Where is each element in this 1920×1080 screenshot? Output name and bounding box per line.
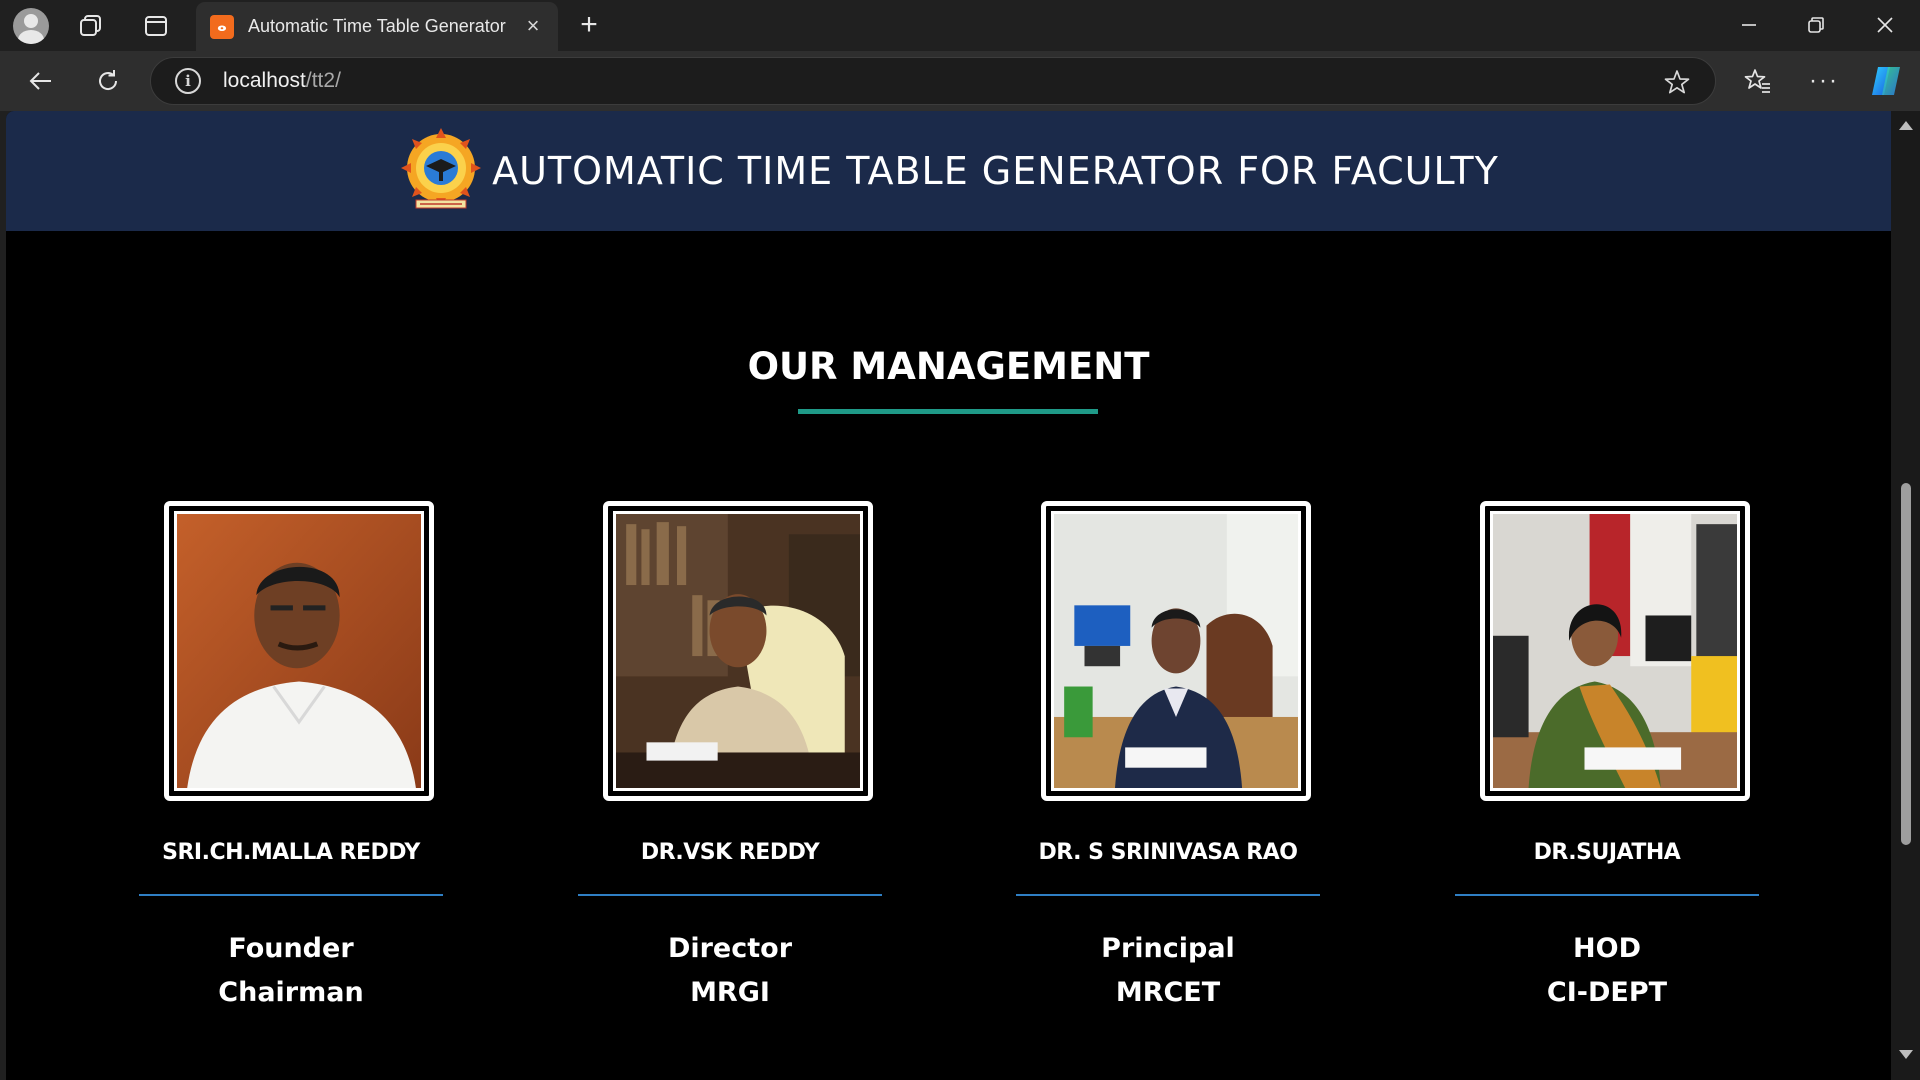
photo-frame [603, 501, 873, 801]
scroll-thumb[interactable] [1901, 483, 1911, 845]
member-role: Founder [228, 933, 354, 964]
tab-title: Automatic Time Table Generator [248, 16, 506, 36]
workspaces-icon[interactable] [76, 11, 106, 41]
photo-frame [164, 501, 434, 801]
member-role: Principal [1101, 933, 1235, 964]
window-close-icon[interactable] [1870, 10, 1900, 40]
tab-actions-icon[interactable] [141, 11, 171, 41]
member-role-detail: MRCET [1115, 977, 1221, 1008]
site-title: AUTOMATIC TIME TABLE GENERATOR FOR FACUL… [492, 149, 1499, 193]
page-viewport: AUTOMATIC TIME TABLE GENERATOR FOR FACUL… [6, 111, 1920, 1080]
member-role: HOD [1573, 933, 1641, 964]
member-name: DR.VSK REDDY [640, 840, 820, 865]
name-divider [1016, 894, 1320, 896]
favorites-list-icon[interactable] [1741, 64, 1775, 98]
scroll-down-arrow-icon[interactable] [1899, 1050, 1913, 1059]
url-text[interactable]: localhost/tt2/ [223, 69, 341, 93]
tab-close-icon[interactable]: × [522, 15, 544, 37]
member-role: Director [667, 933, 793, 964]
photo-frame [1041, 501, 1311, 801]
founder-photo [177, 514, 421, 788]
photo-frame [1480, 501, 1750, 801]
address-bar[interactable]: i localhost/tt2/ [150, 57, 1716, 105]
member-name: SRI.CH.MALLA REDDY [162, 840, 420, 865]
xampp-favicon-icon: ⴰ [210, 14, 234, 39]
profile-avatar-icon[interactable] [13, 8, 49, 44]
member-name: DR. S SRINIVASA RAO [1038, 840, 1298, 865]
hod-photo [1493, 514, 1737, 788]
name-divider [1455, 894, 1759, 896]
director-photo [616, 514, 860, 788]
member-role-detail: Chairman [218, 977, 364, 1008]
principal-photo [1054, 514, 1298, 788]
section-heading: OUR MANAGEMENT [747, 345, 1150, 388]
url-path: /tt2/ [305, 69, 341, 92]
reload-icon[interactable] [91, 64, 125, 98]
member-name: DR.SUJATHA [1533, 840, 1681, 865]
college-logo-icon [401, 128, 482, 209]
heading-underline [798, 409, 1098, 414]
new-tab-icon[interactable]: + [574, 8, 604, 41]
page-scrollbar[interactable] [1891, 111, 1920, 1080]
site-info-icon[interactable]: i [175, 68, 201, 94]
copilot-icon[interactable] [1867, 62, 1905, 100]
back-arrow-icon[interactable] [24, 64, 58, 98]
url-host: localhost [223, 69, 306, 92]
browser-tab-bar: ⴰ Automatic Time Table Generator × + [0, 0, 1920, 51]
name-divider [139, 894, 443, 896]
favorite-star-icon[interactable] [1663, 68, 1691, 96]
site-header: AUTOMATIC TIME TABLE GENERATOR FOR FACUL… [6, 111, 1891, 231]
active-tab[interactable]: ⴰ Automatic Time Table Generator × [196, 2, 558, 51]
scroll-up-arrow-icon[interactable] [1899, 121, 1913, 130]
name-divider [578, 894, 882, 896]
more-options-icon[interactable]: ··· [1807, 64, 1841, 98]
minimize-icon[interactable] [1734, 10, 1764, 40]
member-role-detail: MRGI [690, 977, 770, 1008]
restore-icon[interactable] [1801, 10, 1831, 40]
address-toolbar: i localhost/tt2/ ··· [0, 51, 1920, 111]
member-role-detail: CI-DEPT [1546, 977, 1668, 1008]
